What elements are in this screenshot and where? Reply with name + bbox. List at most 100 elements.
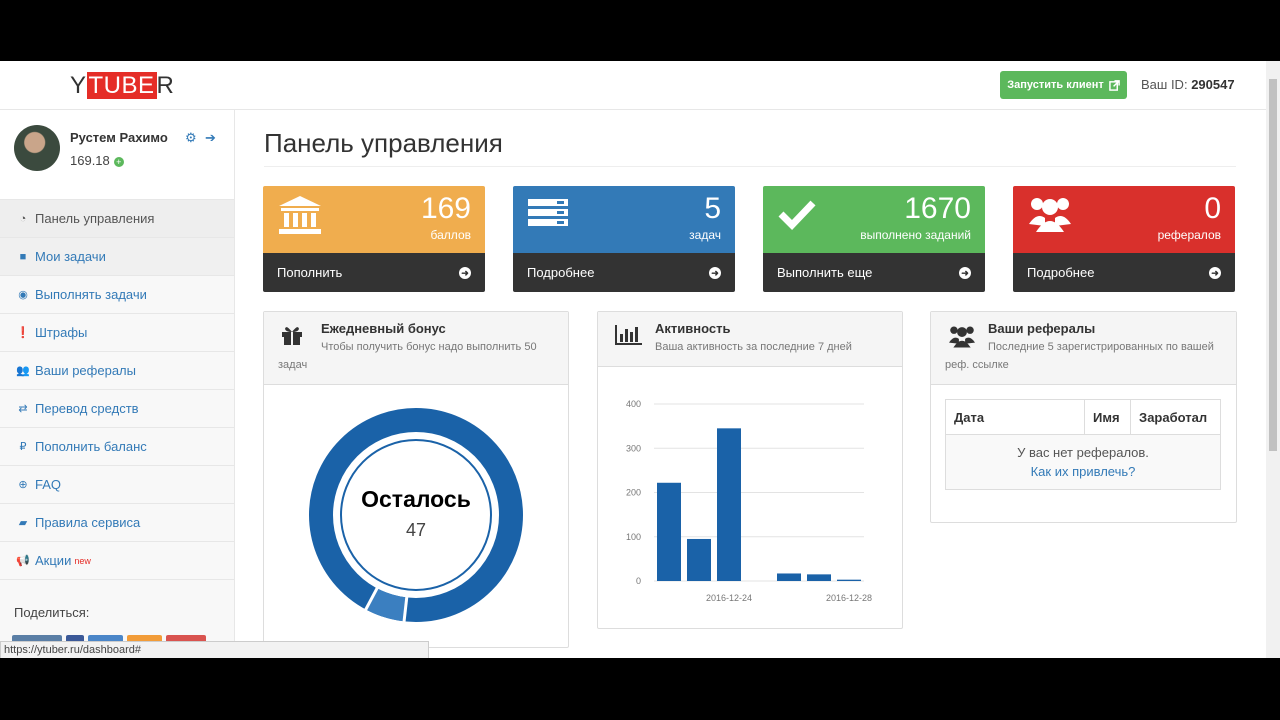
sidebar-item-do-tasks[interactable]: ◉ Выполнять задачи — [0, 276, 234, 314]
ruble-icon: ₽ — [19, 441, 27, 453]
sidebar-item-penalties[interactable]: ❗ Штрафы — [0, 314, 234, 352]
stat-card-head: 1670 выполнено заданий — [763, 186, 985, 253]
table-header-row: Дата Имя Заработал — [945, 399, 1221, 435]
empty-text: У вас нет рефералов. — [1017, 445, 1149, 460]
users-icon — [1029, 198, 1071, 232]
exchange-icon: ⇄ — [18, 403, 28, 415]
stat-action-do-more[interactable]: Выполнить еще ➜ — [763, 253, 985, 292]
gear-icon[interactable]: ⚙ — [185, 130, 197, 146]
top-navbar: YTUBER Запустить клиент Ваш ID: 290547 — [0, 61, 1266, 110]
arrow-right-icon: ➜ — [959, 266, 971, 279]
y-tick-label: 200 — [626, 488, 641, 498]
column-earned: Заработал — [1130, 399, 1221, 435]
stat-card-tasks: 5 задач Подробнее ➜ — [513, 186, 735, 292]
check-icon — [778, 200, 816, 231]
referrals-panel: Ваши рефералы Последние 5 зарегистрирова… — [930, 311, 1237, 523]
stat-unit: задач — [689, 228, 721, 242]
site-logo[interactable]: YTUBER — [70, 72, 174, 100]
stat-value: 1670 — [904, 192, 971, 225]
activity-panel: Активность Ваша активность за последние … — [597, 311, 903, 629]
lifebuoy-icon: ⊕ — [18, 479, 28, 491]
panel-desc: Последние 5 зарегистрированных по вашей … — [945, 341, 1214, 371]
exclamation-icon: ❗ — [16, 327, 30, 339]
donut-value: 47 — [406, 520, 426, 540]
stat-card-head: 169 баллов — [263, 186, 485, 253]
empty-state: У вас нет рефералов. Как их привлечь? — [945, 434, 1221, 490]
page-scrollbar[interactable] — [1266, 61, 1280, 658]
sidebar-item-my-tasks[interactable]: ■ Мои задачи — [0, 238, 234, 276]
panel-header: Активность Ваша активность за последние … — [598, 312, 902, 367]
column-name: Имя — [1083, 399, 1132, 435]
share-label: Поделиться: — [14, 605, 90, 620]
chart-bar — [807, 574, 831, 581]
sidebar-item-rules[interactable]: ▰ Правила сервиса — [0, 504, 234, 542]
stat-card-referrals: 0 рефералов Подробнее ➜ — [1013, 186, 1235, 292]
stat-unit: выполнено заданий — [860, 228, 971, 242]
bank-icon — [279, 196, 321, 234]
panel-desc: Ваша активность за последние 7 дней — [655, 341, 852, 353]
arrow-right-icon: ➜ — [1209, 266, 1221, 279]
donut-inner-ring — [340, 439, 492, 591]
referrals-table: Дата Имя Заработал У вас нет рефералов. … — [945, 399, 1221, 490]
sign-out-icon[interactable]: ➔ — [205, 130, 216, 146]
y-tick-label: 100 — [626, 532, 641, 542]
stat-value: 169 — [420, 192, 471, 225]
sidebar-item-topup[interactable]: ₽ Пополнить баланс — [0, 428, 234, 466]
sidebar-item-dashboard[interactable]: ◔ Панель управления — [0, 200, 234, 238]
arrow-right-icon: ➜ — [709, 266, 721, 279]
panel-title: Активность — [655, 321, 731, 336]
stat-value: 0 — [1204, 192, 1221, 225]
donut-progress-arc — [365, 588, 408, 622]
add-balance-icon[interactable]: + — [113, 156, 124, 167]
launch-client-label: Запустить клиент — [1007, 79, 1104, 91]
stat-card-head: 0 рефералов — [1013, 186, 1235, 253]
arrow-right-icon: ➜ — [459, 266, 471, 279]
sidebar-item-transfer[interactable]: ⇄ Перевод средств — [0, 390, 234, 428]
stat-unit: рефералов — [1157, 228, 1221, 242]
chart-bar — [837, 579, 861, 581]
avatar[interactable] — [14, 125, 60, 171]
chart-bar — [777, 573, 801, 581]
eye-icon: ◉ — [18, 289, 28, 301]
stat-card-points: 169 баллов Пополнить ➜ — [263, 186, 485, 292]
x-tick-label: 2016-12-24 — [706, 593, 752, 603]
donut-label: Осталось — [361, 486, 471, 512]
scrollbar-thumb[interactable] — [1269, 79, 1277, 451]
stat-card-completed: 1670 выполнено заданий Выполнить еще ➜ — [763, 186, 985, 292]
launch-client-button[interactable]: Запустить клиент — [1000, 71, 1127, 99]
new-badge: new — [74, 555, 91, 566]
stat-action-details[interactable]: Подробнее ➜ — [1013, 253, 1235, 292]
sidebar-item-promos[interactable]: 📢 Акции new — [0, 542, 234, 580]
panel-desc: Чтобы получить бонус надо выполнить 50 з… — [278, 341, 537, 371]
stat-action-topup[interactable]: Пополнить ➜ — [263, 253, 485, 292]
daily-bonus-panel: Ежедневный бонус Чтобы получить бонус на… — [263, 311, 569, 648]
users-icon: 👥 — [16, 365, 30, 377]
sidebar-item-referrals[interactable]: 👥 Ваши рефералы — [0, 352, 234, 390]
panel-title: Ежедневный бонус — [321, 321, 446, 336]
stat-unit: баллов — [430, 228, 471, 242]
page-title: Панель управления — [264, 128, 503, 158]
status-bar-url: https://ytuber.ru/dashboard# — [0, 641, 429, 658]
stat-action-details[interactable]: Подробнее ➜ — [513, 253, 735, 292]
sidebar: Рустем Рахимо ⚙ ➔ 169.18 + ◔ Панель управл… — [0, 110, 235, 658]
panel-title: Ваши рефералы — [988, 321, 1096, 336]
column-date: Дата — [945, 399, 1085, 435]
bonus-donut-chart: Осталось 47 — [309, 408, 523, 623]
sidebar-item-faq[interactable]: ⊕ FAQ — [0, 466, 234, 504]
user-id: Ваш ID: 290547 — [1141, 77, 1235, 92]
panel-header: Ежедневный бонус Чтобы получить бонус на… — [264, 312, 568, 385]
how-to-attract-link[interactable]: Как их привлечь? — [947, 462, 1219, 481]
chart-bar — [657, 482, 681, 581]
bullhorn-icon: 📢 — [16, 555, 30, 567]
activity-bar-chart: 0 100 200 300 400 2016-12-24 2016-12-28 — [626, 399, 872, 603]
y-tick-label: 0 — [636, 576, 641, 586]
y-tick-label: 300 — [626, 443, 641, 453]
video-icon: ■ — [19, 250, 27, 263]
profile-card: Рустем Рахимо ⚙ ➔ 169.18 + — [0, 110, 234, 200]
y-tick-label: 400 — [626, 399, 641, 409]
chart-bar — [717, 428, 741, 581]
donut-remaining-arc — [309, 408, 523, 622]
external-link-icon — [1108, 79, 1120, 91]
table-row: У вас нет рефералов. Как их привлечь? — [945, 434, 1221, 490]
chart-bar — [687, 538, 711, 581]
